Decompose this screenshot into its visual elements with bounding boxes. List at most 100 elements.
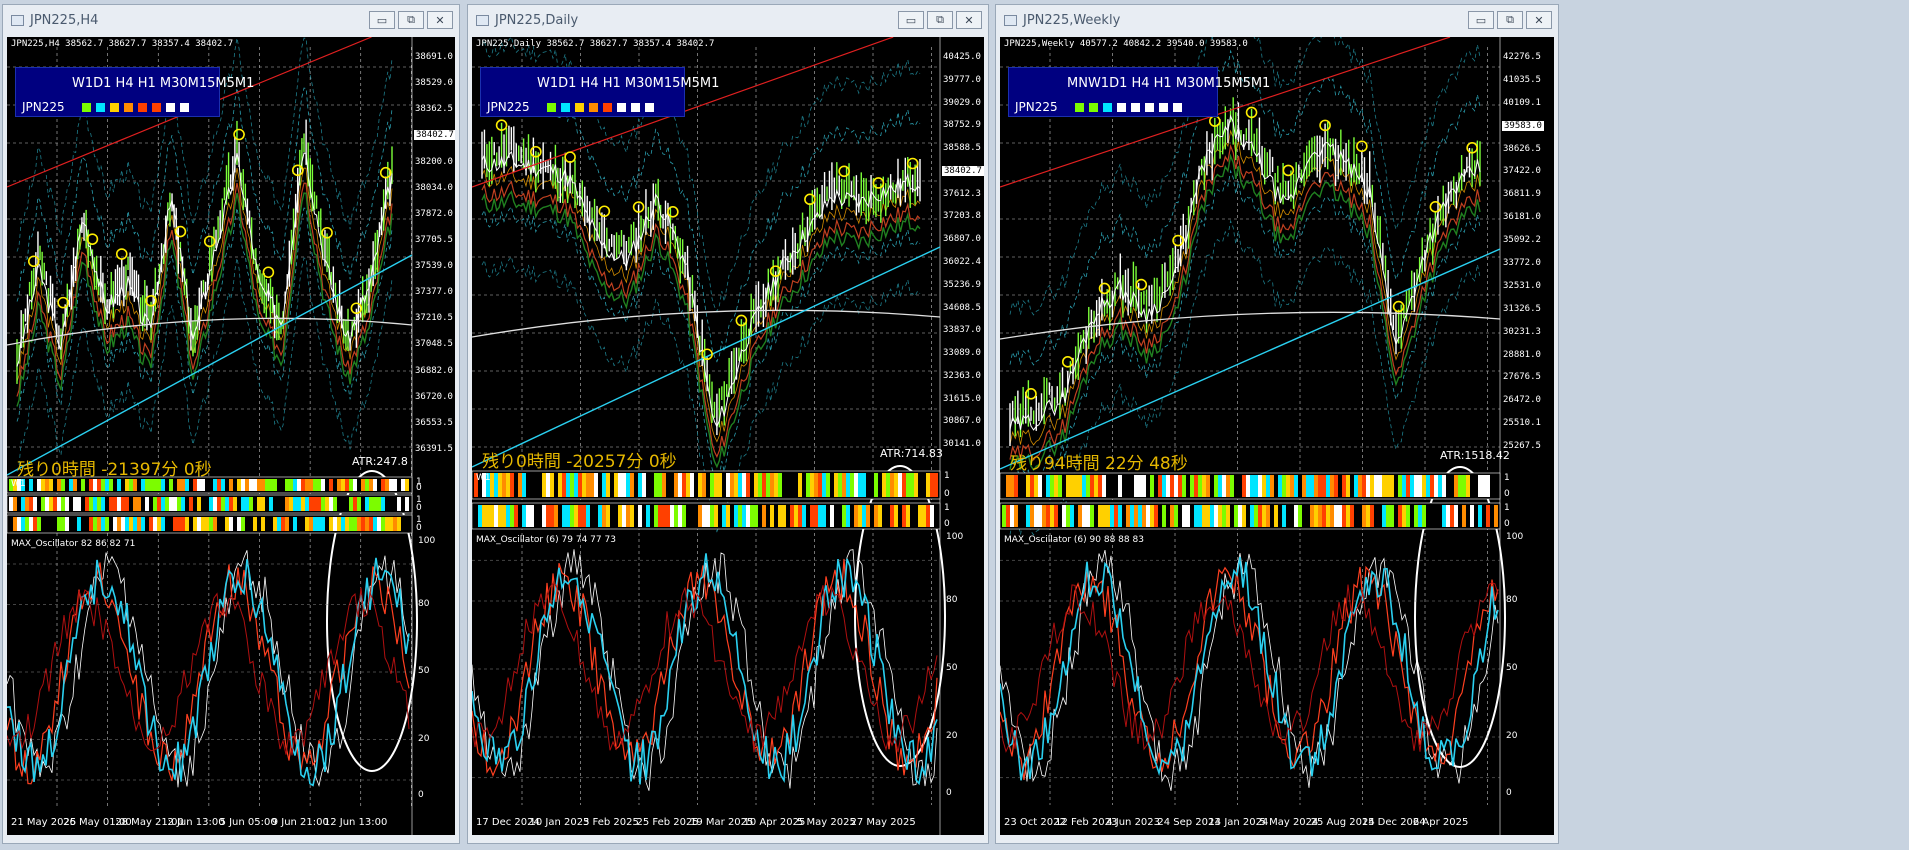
signal-cell	[1222, 475, 1226, 497]
signal-cell	[137, 497, 141, 511]
signal-cell	[1386, 475, 1390, 497]
signal-cell	[1478, 475, 1482, 497]
restore-button[interactable]: ⧉	[927, 11, 953, 29]
signal-cell	[109, 479, 113, 491]
signal-cell	[1174, 505, 1178, 527]
signal-cell	[329, 497, 333, 511]
signal-cell	[93, 497, 97, 511]
signal-cell	[610, 505, 614, 527]
signal-cell	[554, 473, 558, 497]
signal-cell	[1050, 505, 1054, 527]
minimize-button[interactable]: ▭	[369, 11, 395, 29]
minimize-button[interactable]: ▭	[898, 11, 924, 29]
signal-cell	[1466, 505, 1470, 527]
signal-cell	[289, 517, 293, 531]
subwindow-scale-label: 0	[1504, 519, 1510, 529]
chart-window-h4[interactable]: JPN225,H4 ▭ ⧉ ✕ JPN225,H4 38562.7 38627.…	[2, 4, 460, 844]
signal-cell	[181, 517, 185, 531]
current-price-label: 39583.0	[1502, 120, 1544, 131]
signal-cell	[61, 497, 65, 511]
signal-cell	[690, 505, 694, 527]
signal-cell	[21, 517, 25, 531]
signal-cell	[273, 497, 277, 511]
signal-cell	[702, 505, 706, 527]
signal-cell	[830, 505, 834, 527]
window-titlebar[interactable]: JPN225,H4 ▭ ⧉ ✕	[3, 5, 459, 35]
price-chart-canvas[interactable]: JPN225,Daily 38562.7 38627.7 38357.4 384…	[472, 37, 984, 835]
signal-cell	[317, 479, 321, 491]
signal-cell	[1446, 505, 1450, 527]
signal-cell	[1494, 475, 1498, 497]
signal-cell	[1182, 475, 1186, 497]
restore-button[interactable]: ⧉	[398, 11, 424, 29]
signal-cell	[802, 473, 806, 497]
signal-cell	[337, 517, 341, 531]
signal-cell	[357, 517, 361, 531]
window-title: JPN225,Weekly	[1023, 12, 1121, 28]
signal-cell	[506, 473, 510, 497]
close-button[interactable]: ✕	[1526, 11, 1552, 29]
signal-cell	[598, 473, 602, 497]
signal-cell	[129, 497, 133, 511]
signal-cell	[554, 505, 558, 527]
oscillator-scale-label: 0	[418, 790, 424, 801]
signal-cell	[1358, 505, 1362, 527]
signal-cell	[518, 505, 522, 527]
window-titlebar[interactable]: JPN225,Weekly ▭ ⧉ ✕	[996, 5, 1558, 35]
signal-cell	[397, 479, 401, 491]
signal-cell	[393, 497, 397, 511]
price-axis-label: 36807.0	[943, 234, 981, 245]
price-chart-canvas[interactable]: JPN225,H4 38562.7 38627.7 38357.4 38402.…	[7, 37, 455, 835]
oscillator-scale-label: 20	[1506, 731, 1518, 741]
signal-cell	[686, 505, 690, 527]
signal-cell	[654, 473, 658, 497]
timeframe-status-square	[1117, 103, 1126, 112]
chart-window-daily[interactable]: JPN225,Daily ▭ ⧉ ✕ JPN225,Daily 38562.7 …	[467, 4, 989, 844]
signal-cell	[97, 497, 101, 511]
signal-cell	[1386, 505, 1390, 527]
signal-cell	[25, 497, 29, 511]
signal-cell	[1150, 475, 1154, 497]
signal-cell	[1490, 505, 1494, 527]
signal-cell	[281, 497, 285, 511]
signal-cell	[385, 517, 389, 531]
close-button[interactable]: ✕	[427, 11, 453, 29]
signal-cell	[241, 479, 245, 491]
price-axis-label: 38200.0	[415, 156, 453, 167]
price-chart-canvas[interactable]: JPN225,Weekly 40577.2 40842.2 39540.0 39…	[1000, 37, 1554, 835]
minimize-button[interactable]: ▭	[1468, 11, 1494, 29]
window-titlebar[interactable]: JPN225,Daily ▭ ⧉ ✕	[468, 5, 988, 35]
price-axis-label: 28881.0	[1503, 349, 1541, 360]
signal-cell	[1190, 475, 1194, 497]
signal-marker	[906, 157, 919, 170]
signal-cell	[241, 517, 245, 531]
signal-cell	[297, 479, 301, 491]
signal-cell	[137, 479, 141, 491]
signal-cell	[213, 517, 217, 531]
signal-cell	[101, 497, 105, 511]
restore-button[interactable]: ⧉	[1497, 11, 1523, 29]
signal-cell	[189, 517, 193, 531]
signal-cell	[269, 479, 273, 491]
signal-cell	[1410, 505, 1414, 527]
signal-cell	[133, 497, 137, 511]
signal-cell	[1154, 475, 1158, 497]
close-button[interactable]: ✕	[956, 11, 982, 29]
atr-value: ATR:1518.42	[1440, 449, 1510, 462]
signal-cell	[1338, 505, 1342, 527]
signal-cell	[269, 517, 273, 531]
signal-cell	[574, 505, 578, 527]
signal-marker	[1061, 356, 1074, 368]
signal-cell	[353, 517, 357, 531]
signal-cell	[153, 479, 157, 491]
chart-window-weekly[interactable]: JPN225,Weekly ▭ ⧉ ✕ JPN225,Weekly 40577.…	[995, 4, 1559, 844]
signal-cell	[185, 479, 189, 491]
signal-cell	[117, 479, 121, 491]
signal-cell	[273, 479, 277, 491]
signal-cell	[558, 505, 562, 527]
signal-marker	[667, 206, 679, 218]
signal-marker	[1356, 140, 1368, 153]
signal-cell	[237, 517, 241, 531]
timeframe-status-square	[561, 103, 570, 112]
signal-cell	[634, 505, 638, 527]
